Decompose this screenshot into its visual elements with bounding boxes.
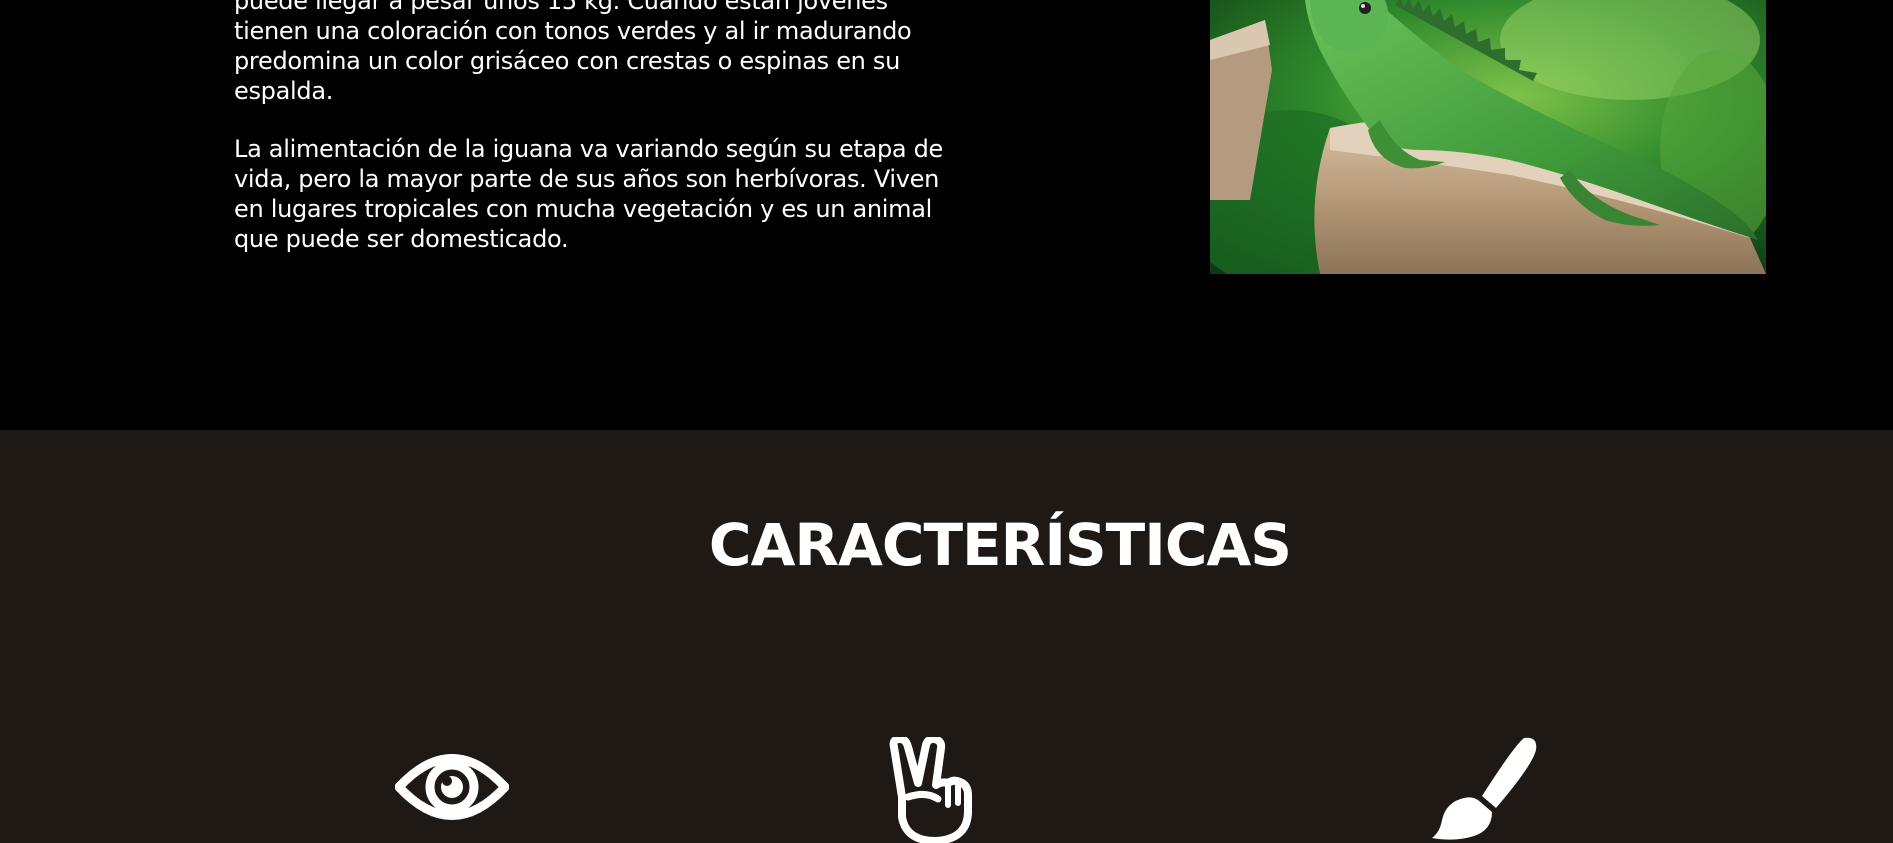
intro-paragraph-2: La alimentación de la iguana va variando… [234,135,944,253]
iguana-photo [1210,0,1766,274]
eye-icon [395,754,509,820]
intro-paragraph-1: puede llegar a pesar unos 15 kg. Cuando … [234,0,912,105]
intro-section: puede llegar a pesar unos 15 kg. Cuando … [0,0,1893,430]
paint-brush-icon [1432,737,1537,840]
features-section: CARACTERÍSTICAS [0,430,1893,843]
peace-hand-icon [889,737,972,843]
features-title: CARACTERÍSTICAS [708,511,1292,579]
intro-text: puede llegar a pesar unos 15 kg. Cuando … [234,0,964,282]
